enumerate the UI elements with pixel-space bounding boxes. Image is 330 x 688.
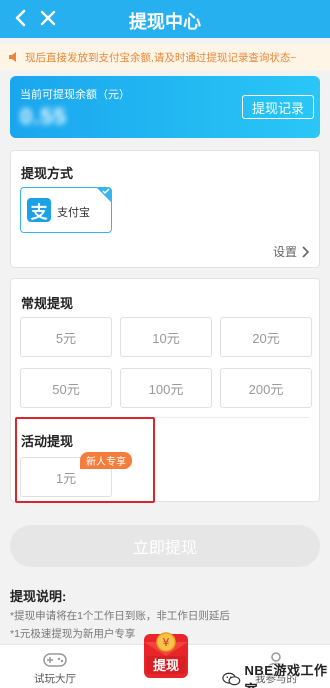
amount-option[interactable]: 200元 [220,368,312,408]
description-title: 提现说明: [10,589,67,604]
watermark-text: NBE游戏工作室 [244,663,328,688]
amount-option[interactable]: 10元 [120,317,212,357]
regular-withdraw-panel: 常规提现 5元 10元 20元 50元 100元 200元 活动提现 1元 新人… [10,278,320,503]
withdraw-method-panel: 提现方式 支 支付宝 设置 [10,150,320,268]
withdraw-envelope-icon[interactable]: ¥ 提现 [140,628,192,684]
notice-text: 现后直接发放到支付宝余额,请及时通过提现记录查询状态~ [25,51,297,64]
balance-amount: 0.55 [20,104,67,129]
alipay-label: 支付宝 [57,207,90,219]
watermark: NBE游戏工作室 [222,660,330,688]
regular-withdraw-title: 常规提现 [21,296,74,311]
wechat-icon [222,672,241,686]
description-line: *提现申请将在1个工作日到账，非工作日则延后 [10,610,230,622]
notice-bar: 现后直接发放到支付宝余额,请及时通过提现记录查询状态~ [0,44,330,70]
balance-label: 当前可提现余额（元） [20,89,130,101]
amount-option[interactable]: 100元 [120,368,212,408]
gamepad-icon [43,653,67,667]
amount-option[interactable]: 50元 [20,368,112,408]
tab-game-hall[interactable]: 试玩大厅 [15,645,95,688]
svg-text:¥: ¥ [163,636,170,649]
withdraw-method-title: 提现方式 [21,166,74,181]
activity-withdraw-title: 活动提现 [21,434,74,449]
header-bar: 提现中心 [0,0,330,38]
settings-link[interactable]: 设置 [273,243,309,260]
withdraw-now-button[interactable]: 立即提现 [10,525,320,567]
chevron-right-icon [302,245,309,258]
page-title: 提现中心 [129,12,201,32]
withdraw-record-button[interactable]: 提现记录 [242,95,314,119]
tab-label: 试玩大厅 [34,673,76,685]
newbie-badge: 新人专享 [80,452,132,469]
amount-option[interactable]: 5元 [20,317,112,357]
speaker-icon [9,52,16,62]
tab-label: 提现 [153,658,179,674]
settings-label: 设置 [272,245,297,259]
balance-card: 当前可提现余额（元） 0.55 提现记录 [10,76,320,138]
alipay-option[interactable]: 支 支付宝 [20,187,112,233]
alipay-icon: 支 [27,198,51,222]
amount-option[interactable]: 20元 [220,317,312,357]
description-line: *1元极速提现为新用户专享 [10,628,136,640]
check-icon [102,188,110,194]
